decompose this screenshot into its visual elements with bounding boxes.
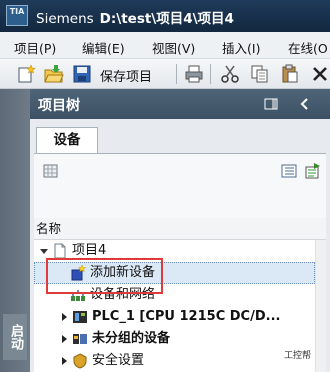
menu-project[interactable]: 项目(P) [14,38,56,57]
portal-side-strip: 启动 [0,89,30,372]
tree-scrollbar[interactable] [315,240,326,372]
menu-insert[interactable]: 插入(I) [222,38,260,57]
expand-right-icon[interactable] [60,313,68,321]
tree-item-project[interactable]: 项目4 [34,240,315,262]
tia-logo: TIA [6,5,28,26]
menu-bar: 项目(P) 编辑(E) 视图(V) 插入(I) 在线(O [0,32,330,59]
tree-item-label: 添加新设备 [90,265,156,280]
save-icon[interactable] [72,64,92,84]
devices-networks-icon [71,290,85,301]
print-icon[interactable] [184,64,204,84]
tree-item-label: 设备和网络 [90,287,156,302]
project-tree-panel: 设备 名称 项目4 添加新设备 设备和网络 PLC_1 [CPU 1215C D… [30,119,330,372]
panel-layout-icon[interactable] [264,97,278,111]
overview-icon[interactable] [280,162,298,180]
menu-online[interactable]: 在线(O [288,38,328,57]
start-tab[interactable]: 启动 [3,314,27,360]
security-settings-icon [73,353,87,369]
tree-item-plc[interactable]: PLC_1 [CPU 1215C DC/D... [34,306,315,328]
project-tree-header: 项目树 [30,89,330,119]
tree-item-add-new-device[interactable]: 添加新设备 [34,262,315,284]
tree-item-label: 未分组的设备 [92,331,171,346]
tree-item-label: 项目4 [72,243,107,258]
new-project-icon[interactable] [16,64,36,84]
paste-icon[interactable] [280,64,300,84]
tree-item-label: PLC_1 [CPU 1215C DC/D... [92,309,281,324]
name-column-header[interactable]: 名称 [34,218,326,240]
project-icon [54,243,66,259]
tab-devices[interactable]: 设备 [36,127,98,153]
watermark-label: 工控帮 [281,347,315,362]
main-toolbar: 保存项目 [0,59,330,89]
cut-icon[interactable] [220,64,240,84]
save-project-button[interactable]: 保存项目 [100,66,152,85]
menu-edit[interactable]: 编辑(E) [82,38,125,57]
project-tree-title: 项目树 [38,98,80,114]
tree-item-label: 安全设置 [92,353,145,368]
window-title: Siemens D:\test\项目4\项目4 [36,7,234,27]
delete-icon[interactable] [310,64,330,84]
project-path: D:\test\项目4\项目4 [99,11,234,27]
tree-item-devices-networks[interactable]: 设备和网络 [34,284,315,306]
ungrouped-devices-icon [73,334,87,344]
collapse-panel-icon[interactable] [298,97,312,111]
expand-right-icon[interactable] [60,335,68,343]
title-bar: TIA Siemens D:\test\项目4\项目4 [0,0,330,32]
grid-settings-icon[interactable] [42,162,60,180]
plc-icon [73,311,87,323]
add-new-device-icon [71,265,86,281]
tree-item-security-settings[interactable]: 安全设置 [34,350,315,372]
toolbar-separator [176,64,177,84]
tree-item-ungrouped-devices[interactable]: 未分组的设备 [34,328,315,350]
app-name: Siemens [36,11,94,27]
expand-down-icon[interactable] [40,247,48,255]
properties-icon[interactable] [304,162,322,180]
open-project-icon[interactable] [44,64,64,84]
tree-toolbar [34,154,326,218]
copy-icon[interactable] [250,64,270,84]
expand-right-icon[interactable] [60,357,68,365]
toolbar-separator [210,64,211,84]
menu-view[interactable]: 视图(V) [152,38,195,57]
